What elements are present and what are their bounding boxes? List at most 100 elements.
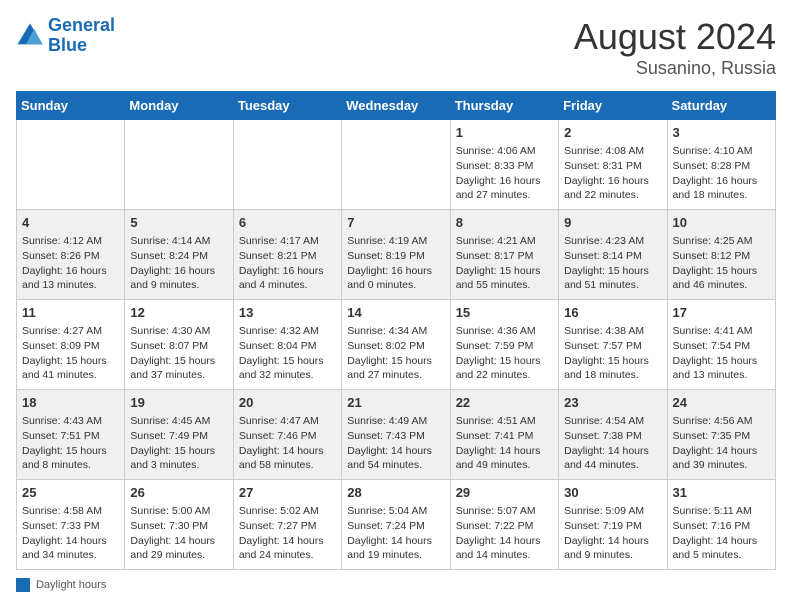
day-info: Sunrise: 4:21 AM Sunset: 8:17 PM Dayligh… xyxy=(456,234,553,293)
daylight-label: Daylight hours xyxy=(36,579,106,591)
day-info: Sunrise: 5:11 AM Sunset: 7:16 PM Dayligh… xyxy=(673,504,770,563)
calendar-cell: 7 Sunrise: 4:19 AM Sunset: 8:19 PM Daylig… xyxy=(342,210,450,300)
logo: General Blue xyxy=(16,16,115,56)
day-info: Sunrise: 4:51 AM Sunset: 7:41 PM Dayligh… xyxy=(456,414,553,473)
day-info: Sunrise: 4:08 AM Sunset: 8:31 PM Dayligh… xyxy=(564,144,661,203)
calendar-cell xyxy=(233,120,341,210)
calendar-week-row: 11 Sunrise: 4:27 AM Sunset: 8:09 PM Dayli… xyxy=(17,300,776,390)
calendar-cell: 4 Sunrise: 4:12 AM Sunset: 8:26 PM Daylig… xyxy=(17,210,125,300)
calendar-cell: 30 Sunrise: 5:09 AM Sunset: 7:19 PM Dayli… xyxy=(559,480,667,570)
day-number: 24 xyxy=(673,394,770,412)
day-number: 3 xyxy=(673,124,770,142)
calendar-table: SundayMondayTuesdayWednesdayThursdayFrid… xyxy=(16,91,776,570)
day-info: Sunrise: 4:17 AM Sunset: 8:21 PM Dayligh… xyxy=(239,234,336,293)
day-number: 10 xyxy=(673,214,770,232)
calendar-cell: 13Sunrise: 4:32 AM Sunset: 8:04 PM Dayli… xyxy=(233,300,341,390)
day-info: Sunrise: 4:19 AM Sunset: 8:19 PM Dayligh… xyxy=(347,234,444,293)
day-info: Sunrise: 4:10 AM Sunset: 8:28 PM Dayligh… xyxy=(673,144,770,203)
calendar-cell: 2Sunrise: 4:08 AM Sunset: 8:31 PM Daylig… xyxy=(559,120,667,210)
day-number: 14 xyxy=(347,304,444,322)
calendar-cell: 14 Sunrise: 4:34 AM Sunset: 8:02 PM Dayli… xyxy=(342,300,450,390)
logo-text: General Blue xyxy=(48,16,115,56)
weekday-header-sunday: Sunday xyxy=(17,92,125,120)
day-number: 17 xyxy=(673,304,770,322)
day-number: 25 xyxy=(22,484,119,502)
calendar-cell: 29Sunrise: 5:07 AM Sunset: 7:22 PM Dayli… xyxy=(450,480,558,570)
calendar-cell: 15Sunrise: 4:36 AM Sunset: 7:59 PM Dayli… xyxy=(450,300,558,390)
calendar-cell: 16 Sunrise: 4:38 AM Sunset: 7:57 PM Dayli… xyxy=(559,300,667,390)
day-info: Sunrise: 4:27 AM Sunset: 8:09 PM Dayligh… xyxy=(22,324,119,383)
calendar-cell: 21 Sunrise: 4:49 AM Sunset: 7:43 PM Dayli… xyxy=(342,390,450,480)
calendar-cell: 6 Sunrise: 4:17 AM Sunset: 8:21 PM Daylig… xyxy=(233,210,341,300)
day-number: 20 xyxy=(239,394,336,412)
calendar-week-row: 4 Sunrise: 4:12 AM Sunset: 8:26 PM Daylig… xyxy=(17,210,776,300)
day-number: 12 xyxy=(130,304,227,322)
day-info: Sunrise: 5:02 AM Sunset: 7:27 PM Dayligh… xyxy=(239,504,336,563)
location-subtitle: Susanino, Russia xyxy=(574,58,776,79)
calendar-week-row: 18 Sunrise: 4:43 AM Sunset: 7:51 PM Dayli… xyxy=(17,390,776,480)
day-info: Sunrise: 4:23 AM Sunset: 8:14 PM Dayligh… xyxy=(564,234,661,293)
calendar-cell: 31 Sunrise: 5:11 AM Sunset: 7:16 PM Dayli… xyxy=(667,480,775,570)
day-number: 4 xyxy=(22,214,119,232)
day-number: 6 xyxy=(239,214,336,232)
calendar-cell: 19Sunrise: 4:45 AM Sunset: 7:49 PM Dayli… xyxy=(125,390,233,480)
calendar-cell: 27 Sunrise: 5:02 AM Sunset: 7:27 PM Dayli… xyxy=(233,480,341,570)
weekday-header-thursday: Thursday xyxy=(450,92,558,120)
day-number: 5 xyxy=(130,214,227,232)
calendar-cell: 24 Sunrise: 4:56 AM Sunset: 7:35 PM Dayli… xyxy=(667,390,775,480)
day-number: 22 xyxy=(456,394,553,412)
day-info: Sunrise: 4:54 AM Sunset: 7:38 PM Dayligh… xyxy=(564,414,661,473)
day-info: Sunrise: 4:14 AM Sunset: 8:24 PM Dayligh… xyxy=(130,234,227,293)
day-info: Sunrise: 5:09 AM Sunset: 7:19 PM Dayligh… xyxy=(564,504,661,563)
day-info: Sunrise: 4:41 AM Sunset: 7:54 PM Dayligh… xyxy=(673,324,770,383)
day-number: 21 xyxy=(347,394,444,412)
day-number: 29 xyxy=(456,484,553,502)
calendar-cell: 22 Sunrise: 4:51 AM Sunset: 7:41 PM Dayli… xyxy=(450,390,558,480)
daylight-legend: Daylight hours xyxy=(16,578,106,592)
calendar-week-row: 25Sunrise: 4:58 AM Sunset: 7:33 PM Dayli… xyxy=(17,480,776,570)
day-number: 30 xyxy=(564,484,661,502)
calendar-cell: 17 Sunrise: 4:41 AM Sunset: 7:54 PM Dayli… xyxy=(667,300,775,390)
day-number: 7 xyxy=(347,214,444,232)
calendar-cell xyxy=(342,120,450,210)
day-info: Sunrise: 4:56 AM Sunset: 7:35 PM Dayligh… xyxy=(673,414,770,473)
calendar-cell: 28Sunrise: 5:04 AM Sunset: 7:24 PM Dayli… xyxy=(342,480,450,570)
calendar-cell: 8Sunrise: 4:21 AM Sunset: 8:17 PM Daylig… xyxy=(450,210,558,300)
day-info: Sunrise: 4:43 AM Sunset: 7:51 PM Dayligh… xyxy=(22,414,119,473)
day-number: 1 xyxy=(456,124,553,142)
weekday-header-monday: Monday xyxy=(125,92,233,120)
daylight-color-box xyxy=(16,578,30,592)
calendar-cell: 5 Sunrise: 4:14 AM Sunset: 8:24 PM Daylig… xyxy=(125,210,233,300)
day-number: 13 xyxy=(239,304,336,322)
day-info: Sunrise: 5:00 AM Sunset: 7:30 PM Dayligh… xyxy=(130,504,227,563)
day-number: 19 xyxy=(130,394,227,412)
day-info: Sunrise: 4:12 AM Sunset: 8:26 PM Dayligh… xyxy=(22,234,119,293)
calendar-cell: 10Sunrise: 4:25 AM Sunset: 8:12 PM Dayli… xyxy=(667,210,775,300)
day-info: Sunrise: 4:36 AM Sunset: 7:59 PM Dayligh… xyxy=(456,324,553,383)
day-number: 9 xyxy=(564,214,661,232)
day-info: Sunrise: 4:38 AM Sunset: 7:57 PM Dayligh… xyxy=(564,324,661,383)
day-info: Sunrise: 4:49 AM Sunset: 7:43 PM Dayligh… xyxy=(347,414,444,473)
calendar-cell: 23 Sunrise: 4:54 AM Sunset: 7:38 PM Dayli… xyxy=(559,390,667,480)
calendar-cell: 1Sunrise: 4:06 AM Sunset: 8:33 PM Daylig… xyxy=(450,120,558,210)
title-block: August 2024 Susanino, Russia xyxy=(574,16,776,79)
calendar-week-row: 1Sunrise: 4:06 AM Sunset: 8:33 PM Daylig… xyxy=(17,120,776,210)
day-info: Sunrise: 4:30 AM Sunset: 8:07 PM Dayligh… xyxy=(130,324,227,383)
weekday-header-friday: Friday xyxy=(559,92,667,120)
day-number: 18 xyxy=(22,394,119,412)
calendar-cell: 18 Sunrise: 4:43 AM Sunset: 7:51 PM Dayli… xyxy=(17,390,125,480)
day-number: 16 xyxy=(564,304,661,322)
day-info: Sunrise: 5:04 AM Sunset: 7:24 PM Dayligh… xyxy=(347,504,444,563)
calendar-cell: 25Sunrise: 4:58 AM Sunset: 7:33 PM Dayli… xyxy=(17,480,125,570)
weekday-header-wednesday: Wednesday xyxy=(342,92,450,120)
weekday-header-row: SundayMondayTuesdayWednesdayThursdayFrid… xyxy=(17,92,776,120)
day-number: 27 xyxy=(239,484,336,502)
calendar-cell: 26Sunrise: 5:00 AM Sunset: 7:30 PM Dayli… xyxy=(125,480,233,570)
weekday-header-saturday: Saturday xyxy=(667,92,775,120)
weekday-header-tuesday: Tuesday xyxy=(233,92,341,120)
day-number: 11 xyxy=(22,304,119,322)
page-header: General Blue August 2024 Susanino, Russi… xyxy=(16,16,776,79)
day-info: Sunrise: 4:34 AM Sunset: 8:02 PM Dayligh… xyxy=(347,324,444,383)
day-number: 31 xyxy=(673,484,770,502)
day-number: 23 xyxy=(564,394,661,412)
